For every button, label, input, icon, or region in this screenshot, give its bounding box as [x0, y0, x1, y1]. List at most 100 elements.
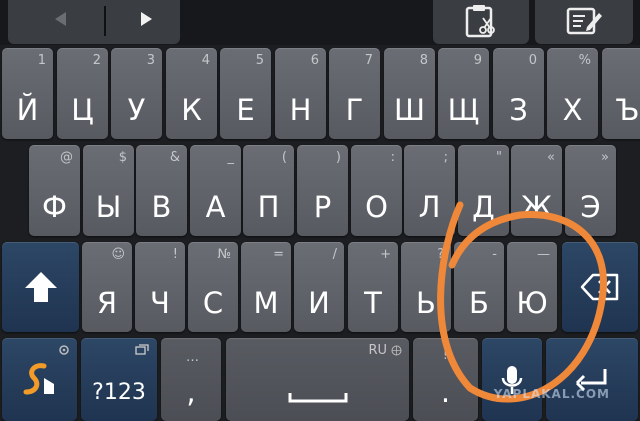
enter-key[interactable] [546, 338, 638, 421]
key-Ж[interactable]: «Ж [511, 145, 562, 236]
key-label: Ж [520, 190, 553, 224]
shift-key[interactable] [2, 242, 79, 332]
clipboard-button[interactable] [433, 0, 529, 44]
comma-hint: … [186, 350, 199, 365]
key-У[interactable]: 3У [111, 48, 162, 139]
key-hint: 6 [310, 53, 319, 68]
key-О[interactable]: :О [351, 145, 402, 236]
key-hint: = [273, 247, 284, 262]
key-Т[interactable]: + Т [348, 242, 398, 332]
toolbar-divider [104, 6, 106, 36]
key-label: А [205, 190, 226, 224]
key-Р[interactable]: ) Р [297, 145, 348, 236]
key-Щ[interactable]: 9Щ [438, 48, 489, 139]
key-label: Щ [447, 93, 480, 127]
edit-note-icon [566, 7, 602, 35]
key-Г[interactable]: 7Г [329, 48, 380, 139]
key-hint: 9 [473, 53, 482, 68]
key-label: О [365, 190, 388, 224]
symbols-label: ?123 [92, 380, 146, 405]
key-hint: / [332, 247, 337, 262]
watermark: YAPLAKAL.COM [493, 387, 610, 401]
key-Ц[interactable]: 2Ц [57, 48, 108, 139]
arrow-left-icon[interactable] [55, 12, 66, 26]
key-З[interactable]: 0З [493, 48, 544, 139]
key-hint: : [390, 150, 395, 165]
key-label: Ф [42, 190, 67, 224]
key-label: Х [562, 93, 583, 127]
key-Я[interactable]: ☺ Я [82, 242, 132, 332]
space-key[interactable]: RU [226, 338, 409, 421]
language-indicator: RU [368, 343, 387, 358]
key-П[interactable]: (П [243, 145, 294, 236]
key-hint: % [578, 53, 591, 68]
key-label: И [308, 286, 330, 320]
backspace-icon [580, 273, 619, 301]
period-hint: ! [442, 348, 448, 363]
text-edit-button[interactable] [535, 0, 633, 44]
key-Ь[interactable]: ? Ь [401, 242, 451, 332]
key-И[interactable]: / И [294, 242, 344, 332]
key-label: К [181, 93, 202, 127]
key-hint: « [547, 150, 555, 165]
key-hint: 7 [364, 53, 373, 68]
comma-key[interactable]: …, [161, 338, 221, 421]
key-В[interactable]: & В [136, 145, 187, 236]
key-label: З [509, 93, 528, 127]
key-hint: @ [60, 150, 73, 165]
key-Й[interactable]: 1Й [2, 48, 53, 139]
key-label: У [127, 93, 146, 127]
key-hint: " [496, 150, 502, 165]
key-hint: ! [172, 247, 178, 262]
space-bar-icon [288, 393, 348, 403]
key-hint: 0 [528, 53, 537, 68]
shift-arrow-icon [24, 272, 57, 302]
key-label: Г [345, 93, 364, 127]
key-Ч[interactable]: ! Ч [135, 242, 185, 332]
key-label: Й [16, 93, 39, 127]
key-hint: 3 [146, 53, 155, 68]
key-label: Н [289, 93, 312, 127]
key-hint: _ [227, 150, 235, 165]
swype-settings-key[interactable] [2, 338, 77, 421]
key-Ъ[interactable]: °Ъ [602, 48, 640, 139]
key-label: В [151, 190, 172, 224]
key-С[interactable]: № С [188, 242, 238, 332]
key-label: Ы [95, 190, 122, 224]
key-М[interactable]: = М [241, 242, 291, 332]
key-Д[interactable]: " Д [458, 145, 509, 236]
globe-icon [391, 345, 402, 356]
key-Ф[interactable]: @ Ф [29, 145, 80, 236]
key-label: Д [472, 190, 495, 224]
key-Б[interactable]: -Б [454, 242, 504, 332]
symbols-key[interactable]: ?123 [81, 338, 157, 421]
key-hint: ) [335, 150, 341, 165]
key-hint: — [537, 247, 550, 262]
backspace-key[interactable] [562, 242, 638, 332]
key-label: Э [580, 190, 601, 224]
suggestion-toolbar [0, 0, 640, 45]
key-Х[interactable]: % Х [547, 48, 598, 139]
key-hint: & [169, 150, 180, 165]
key-Е[interactable]: 5Е [220, 48, 271, 139]
key-hint: 1 [37, 53, 46, 68]
key-Ю[interactable]: — Ю [507, 242, 557, 332]
key-hint: $ [118, 150, 127, 165]
key-Л[interactable]: ; Л [404, 145, 455, 236]
key-К[interactable]: 4К [166, 48, 217, 139]
key-label: Ш [393, 93, 425, 127]
key-Э[interactable]: » Э [565, 145, 616, 236]
key-Н[interactable]: 6Н [275, 48, 326, 139]
key-hint: ( [281, 150, 287, 165]
key-А[interactable]: _ А [190, 145, 241, 236]
key-label: П [257, 190, 280, 224]
key-Ы[interactable]: $ Ы [83, 145, 134, 236]
voice-input-key[interactable] [482, 338, 542, 421]
arrow-right-icon[interactable] [141, 12, 152, 26]
key-hint: № [217, 247, 231, 262]
key-Ш[interactable]: 8Ш [384, 48, 435, 139]
key-label: Л [418, 190, 441, 224]
key-label: С [202, 286, 224, 320]
period-key[interactable]: !. [413, 338, 478, 421]
key-label: Р [313, 190, 332, 224]
